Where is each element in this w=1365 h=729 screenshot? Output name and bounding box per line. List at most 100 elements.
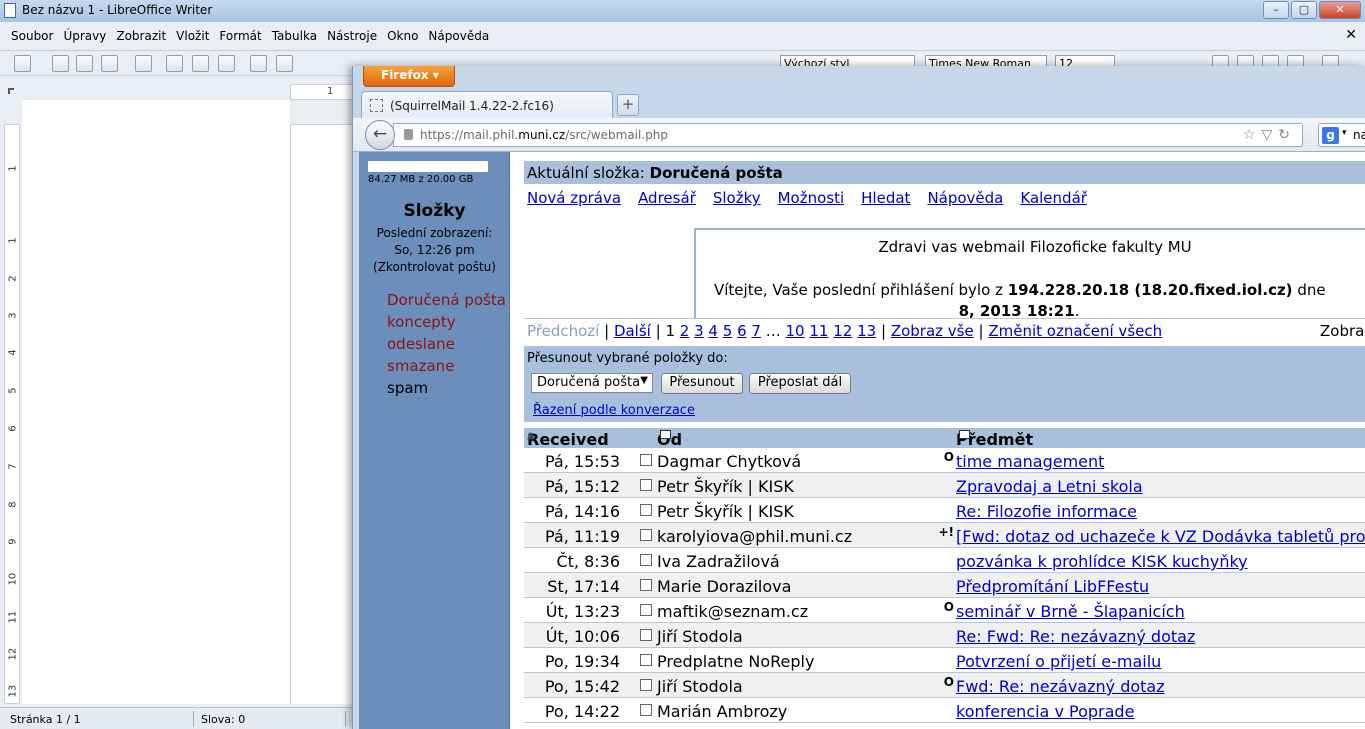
row-checkbox[interactable] xyxy=(640,454,652,466)
row-subject-link[interactable]: konferencia v Poprade xyxy=(956,702,1134,721)
nav-options[interactable]: Možnosti xyxy=(778,189,845,207)
row-subject-link[interactable]: Fwd: Re: nezávazný dotaz xyxy=(956,677,1165,696)
table-row[interactable]: Pá, 15:53 Dagmar Chytková Otime management xyxy=(524,448,1365,473)
row-subject-link[interactable]: pozvánka k prohlídce KISK kuchyňky xyxy=(956,552,1248,571)
new-document-icon[interactable] xyxy=(14,55,31,72)
ruler-tab-corner[interactable] xyxy=(8,88,14,94)
vertical-ruler[interactable]: 1 1 2 3 4 5 6 7 8 9 10 11 12 13 xyxy=(4,124,20,704)
paging-page[interactable]: 12 xyxy=(833,322,852,340)
paging-page[interactable]: 10 xyxy=(786,322,805,340)
menu-soubor[interactable]: Soubor xyxy=(6,24,58,48)
folder-drafts[interactable]: koncepty xyxy=(387,311,506,333)
row-checkbox[interactable] xyxy=(640,554,652,566)
paging-page[interactable]: 6 xyxy=(737,322,747,340)
spellcheck-icon[interactable] xyxy=(250,55,267,72)
nav-help[interactable]: Nápověda xyxy=(927,189,1003,207)
maximize-button[interactable]: ▢ xyxy=(1291,1,1317,19)
paging-page[interactable]: 3 xyxy=(694,322,704,340)
folder-spam[interactable]: spam xyxy=(387,377,506,399)
save-icon[interactable] xyxy=(76,55,93,72)
menu-okno[interactable]: Okno xyxy=(382,24,423,48)
paging-page[interactable]: 13 xyxy=(857,322,876,340)
nav-compose[interactable]: Nová zpráva xyxy=(527,189,621,207)
table-row[interactable]: Pá, 15:12 Petr Škyřík | KISK Zpravodaj a L… xyxy=(524,473,1365,498)
close-document-icon[interactable]: ✕ xyxy=(1345,27,1357,43)
paging-right-truncated[interactable]: Zobra xyxy=(1320,322,1364,340)
row-subject-link[interactable]: [Fwd: dotaz od uchazeče k VZ Dodávka tab… xyxy=(956,527,1365,546)
folder-inbox[interactable]: Doručená pošta xyxy=(387,289,506,311)
firefox-menu-button[interactable]: Firefox ▾ xyxy=(363,66,455,87)
show-all-link[interactable]: Zobraz vše xyxy=(891,322,974,340)
document-page[interactable] xyxy=(290,124,355,704)
check-mail-link[interactable]: Zkontrolovat poštu xyxy=(378,260,492,274)
row-checkbox[interactable] xyxy=(640,579,652,591)
paging-page[interactable]: 11 xyxy=(809,322,828,340)
minimize-button[interactable]: – xyxy=(1263,1,1289,19)
menu-upravy[interactable]: Úpravy xyxy=(58,24,111,48)
row-checkbox[interactable] xyxy=(640,529,652,541)
row-subject-link[interactable]: Re: Filozofie informace xyxy=(956,502,1137,521)
paging-page[interactable]: 2 xyxy=(680,322,690,340)
edit-mode-icon[interactable] xyxy=(135,55,152,72)
horizontal-ruler[interactable]: 1 xyxy=(290,84,360,100)
menu-vlozit[interactable]: Vložit xyxy=(171,24,214,48)
print-preview-icon[interactable] xyxy=(218,55,235,72)
row-checkbox[interactable] xyxy=(640,704,652,716)
table-row[interactable]: Út, 13:23 maftik@seznam.cz Oseminář v Brně… xyxy=(524,598,1365,623)
menu-zobrazit[interactable]: Zobrazit xyxy=(111,24,171,48)
row-subject-link[interactable]: Re: Fwd: Re: nezávazný dotaz xyxy=(956,627,1195,646)
nav-folders[interactable]: Složky xyxy=(713,189,761,207)
nav-addresses[interactable]: Adresář xyxy=(638,189,696,207)
sort-icon[interactable] xyxy=(660,430,671,439)
table-row[interactable]: Čt, 8:36 Iva Zadražilová pozvánka k prohlí… xyxy=(524,548,1365,573)
row-subject-link[interactable]: Předpromítání LibFFestu xyxy=(956,577,1149,596)
row-checkbox[interactable] xyxy=(640,654,652,666)
row-checkbox[interactable] xyxy=(640,629,652,641)
row-checkbox[interactable] xyxy=(640,479,652,491)
row-checkbox[interactable] xyxy=(640,604,652,616)
paging-page[interactable]: 5 xyxy=(723,322,733,340)
table-row[interactable]: Út, 10:06 Jiří Stodola Re: Fwd: Re: nezáva… xyxy=(524,623,1365,648)
search-box[interactable]: g ▾ na xyxy=(1318,123,1365,147)
row-subject-link[interactable]: time management xyxy=(956,452,1104,471)
email-icon[interactable] xyxy=(101,55,118,72)
url-bar[interactable]: https://mail.phil.muni.cz/src/webmail.ph… xyxy=(393,123,1303,147)
table-row[interactable]: Po, 19:34 Predplatne NoReply Potvrzení o p… xyxy=(524,648,1365,673)
menu-napoveda[interactable]: Nápověda xyxy=(423,24,494,48)
menu-nastroje[interactable]: Nástroje xyxy=(322,24,382,48)
forward-button[interactable]: Přeposlat dál xyxy=(749,373,851,394)
table-row[interactable]: Po, 15:42 Jiří Stodola O Fwd: Re: nezávazný… xyxy=(524,673,1365,698)
paging-next[interactable]: Další xyxy=(614,322,651,340)
open-icon[interactable] xyxy=(52,55,69,72)
row-subject-link[interactable]: Potvrzení o přijetí e-mailu xyxy=(956,652,1161,671)
bookmark-star-icon[interactable]: ☆▽↻ xyxy=(1243,127,1296,143)
row-subject-link[interactable]: Zpravodaj a Letni skola xyxy=(956,477,1143,496)
close-window-button[interactable]: ✕ xyxy=(1319,1,1361,19)
menu-format[interactable]: Formát xyxy=(214,24,266,48)
tab-squirrelmail[interactable]: (SquirrelMail 1.4.22-2.fc16) xyxy=(361,91,613,119)
autospellcheck-icon[interactable] xyxy=(276,55,293,72)
move-target-select[interactable]: Doručená pošta ▼ xyxy=(531,373,653,393)
export-pdf-icon[interactable] xyxy=(166,55,183,72)
table-row[interactable]: Pá, 14:16 Petr Škyřík | KISK Re: Filozofie… xyxy=(524,498,1365,523)
sort-icon[interactable] xyxy=(959,430,970,439)
row-checkbox[interactable] xyxy=(640,679,652,691)
nav-search[interactable]: Hledat xyxy=(861,189,910,207)
row-subject-link[interactable]: seminář v Brně - Šlapanicích xyxy=(956,602,1185,621)
folder-trash[interactable]: smazane xyxy=(387,355,506,377)
print-icon[interactable] xyxy=(192,55,209,72)
move-button[interactable]: Přesunout xyxy=(661,373,743,394)
table-row[interactable]: St, 17:14 Marie Dorazilova Předpromítání L… xyxy=(524,573,1365,598)
row-checkbox[interactable] xyxy=(640,504,652,516)
search-engine-chevron-icon[interactable]: ▾ xyxy=(1342,128,1347,138)
nav-calendar[interactable]: Kalendář xyxy=(1020,189,1087,207)
thread-sort-link[interactable]: Řazení podle konverzace xyxy=(533,403,695,418)
table-row[interactable]: Po, 14:22 Marián Ambrozy konferencia v Pop… xyxy=(524,698,1365,723)
table-row[interactable]: Pá, 11:19 karolyiova@phil.muni.cz +! [Fwd: … xyxy=(524,523,1365,548)
sort-up-icon[interactable]: ▲ xyxy=(527,430,535,441)
folder-sent[interactable]: odeslane xyxy=(387,333,506,355)
menu-tabulka[interactable]: Tabulka xyxy=(267,24,322,48)
new-tab-button[interactable]: + xyxy=(617,94,639,116)
toggle-all-link[interactable]: Změnit označení všech xyxy=(988,322,1162,340)
paging-page[interactable]: 7 xyxy=(751,322,761,340)
